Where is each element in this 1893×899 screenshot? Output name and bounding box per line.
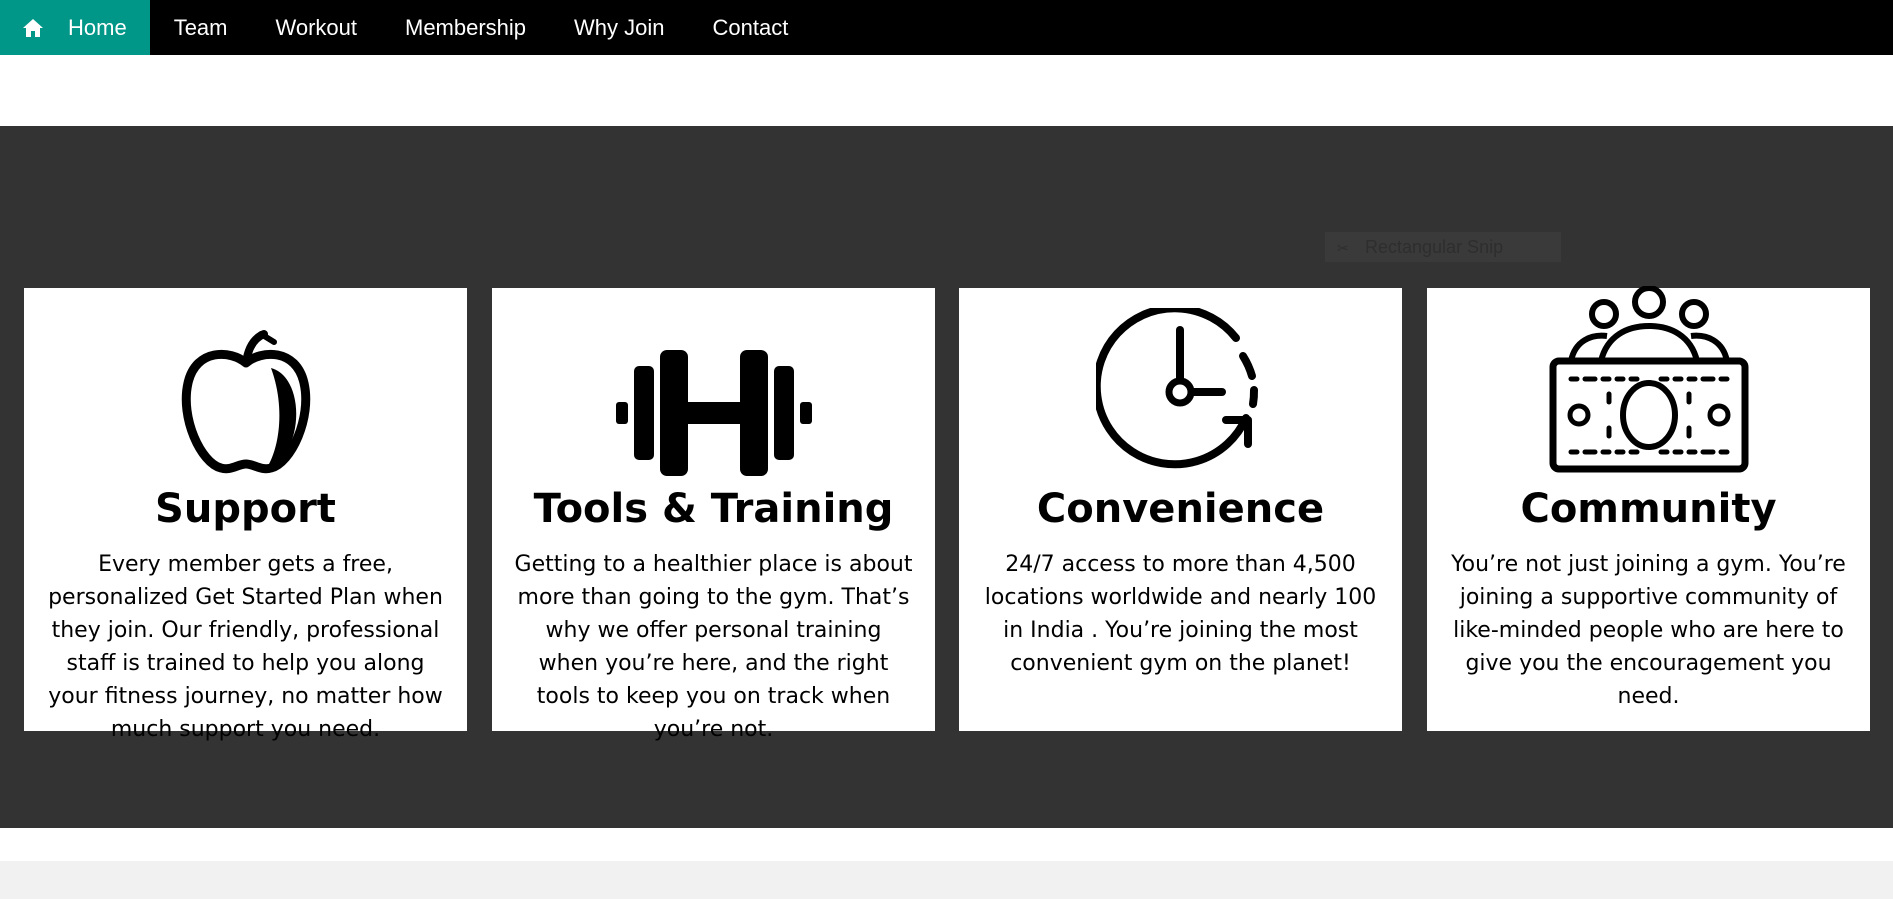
nav-home-label: Home: [68, 14, 127, 40]
nav-why-join-label: Why Join: [574, 14, 665, 40]
tools-training-text: Getting to a healthier place is about mo…: [514, 552, 913, 742]
apple-icon: [181, 330, 310, 474]
snip-tooltip-label: Rectangular Snip: [1365, 236, 1504, 257]
nav-membership-label: Membership: [405, 14, 527, 40]
convenience-title: Convenience: [1036, 486, 1325, 532]
feature-card-support: Support Every member gets a free, person…: [24, 288, 467, 742]
tools-training-title: Tools & Training: [533, 486, 894, 532]
community-title: Community: [1520, 486, 1777, 532]
support-text: Every member gets a free, personalized G…: [48, 552, 443, 742]
nav-contact[interactable]: Contact: [689, 0, 813, 55]
nav-team-label: Team: [173, 14, 228, 40]
nav-home[interactable]: Home: [0, 0, 150, 55]
nav-why-join[interactable]: Why Join: [550, 0, 688, 55]
dumbbell-icon: [615, 350, 812, 476]
clock-icon: [1095, 308, 1258, 469]
scissors-icon: ✂: [1337, 240, 1349, 256]
feature-card-community: Community You’re not just joining a gym.…: [1427, 286, 1870, 731]
support-title: Support: [155, 486, 336, 532]
feature-card-tools-training: Tools & Training Getting to a healthier …: [492, 288, 935, 742]
nav-workout-label: Workout: [275, 14, 357, 40]
convenience-text: 24/7 access to more than 4,500 locations…: [984, 552, 1377, 676]
community-text: You’re not just joining a gym. You’re jo…: [1451, 552, 1846, 709]
home-icon: [23, 18, 43, 37]
community-icon: [1549, 286, 1748, 473]
nav-workout[interactable]: Workout: [251, 0, 381, 55]
footer-spacer: [0, 828, 1893, 861]
header-spacer: [0, 55, 1893, 126]
nav-team[interactable]: Team: [150, 0, 252, 55]
top-navbar: Home Team Workout Membership Why Join Co…: [0, 0, 1893, 55]
feature-card-convenience: Convenience 24/7 access to more than 4,5…: [959, 288, 1402, 731]
nav-contact-label: Contact: [712, 14, 789, 40]
nav-membership[interactable]: Membership: [381, 0, 550, 55]
snip-tooltip: ✂ Rectangular Snip: [1325, 232, 1561, 262]
footer-bar: [0, 861, 1893, 899]
